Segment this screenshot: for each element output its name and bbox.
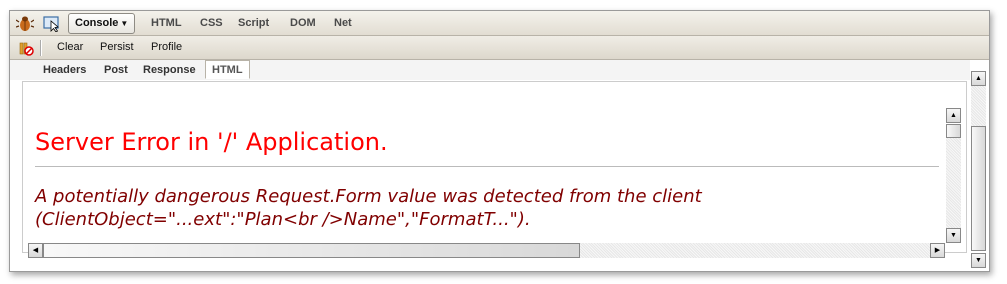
error-message: A potentially dangerous Request.Form val…: [35, 185, 935, 231]
console-tab-button[interactable]: Console ▼: [68, 13, 136, 34]
outer-scroll-track-top[interactable]: [971, 86, 986, 126]
error-title: Server Error in '/' Application.: [35, 128, 388, 156]
horizontal-scroll-track[interactable]: [580, 243, 930, 258]
outer-vertical-scrollbar[interactable]: ▲ ▼: [970, 71, 987, 269]
chevron-down-icon: ▼: [120, 19, 129, 28]
divider: [35, 166, 939, 167]
inner-vertical-scrollbar[interactable]: ▲ ▼: [945, 108, 962, 243]
outer-scroll-up-icon[interactable]: ▲: [971, 71, 986, 86]
html-preview-pane: Server Error in '/' Application. A poten…: [22, 81, 967, 253]
firebug-panel: Console ▼ HTML CSS Script DOM Net Clear P…: [9, 10, 990, 272]
persist-button[interactable]: Persist: [100, 41, 134, 53]
console-tab-label: Console: [75, 17, 119, 29]
toolbar-separator: [40, 40, 42, 56]
scroll-left-icon[interactable]: ◀: [28, 243, 43, 258]
subtab-response[interactable]: Response: [143, 64, 196, 76]
profile-button[interactable]: Profile: [151, 41, 182, 53]
firebug-icon[interactable]: [16, 14, 34, 32]
tab-css[interactable]: CSS: [200, 17, 223, 29]
inner-horizontal-scrollbar[interactable]: ◀ ▶: [28, 242, 960, 259]
vertical-scroll-thumb[interactable]: [946, 124, 961, 138]
error-message-line-1: A potentially dangerous Request.Form val…: [35, 186, 702, 207]
outer-scroll-down-icon[interactable]: ▼: [971, 253, 986, 268]
subtab-html[interactable]: HTML: [205, 60, 250, 79]
tab-dom[interactable]: DOM: [290, 17, 316, 29]
tab-html[interactable]: HTML: [151, 17, 182, 29]
scroll-up-icon[interactable]: ▲: [946, 108, 961, 123]
scroll-down-icon[interactable]: ▼: [946, 228, 961, 243]
subtab-headers[interactable]: Headers: [43, 64, 86, 76]
subtab-post[interactable]: Post: [104, 64, 128, 76]
console-toolbar: Clear Persist Profile: [10, 36, 989, 60]
tab-script[interactable]: Script: [238, 17, 269, 29]
vertical-scroll-track[interactable]: [946, 138, 961, 228]
error-message-line-2: (ClientObject="...ext":"Plan<br />Name",…: [35, 209, 531, 230]
inspect-icon[interactable]: [43, 16, 61, 32]
net-request-subtabs: Headers Post Response HTML: [10, 60, 970, 80]
clear-console-icon[interactable]: [18, 40, 34, 56]
main-toolbar: Console ▼ HTML CSS Script DOM Net: [10, 11, 989, 36]
tab-net[interactable]: Net: [334, 17, 352, 29]
outer-scroll-thumb[interactable]: [971, 126, 986, 251]
scroll-right-icon[interactable]: ▶: [930, 243, 945, 258]
horizontal-scroll-thumb[interactable]: [43, 243, 580, 258]
clear-button[interactable]: Clear: [57, 41, 83, 53]
